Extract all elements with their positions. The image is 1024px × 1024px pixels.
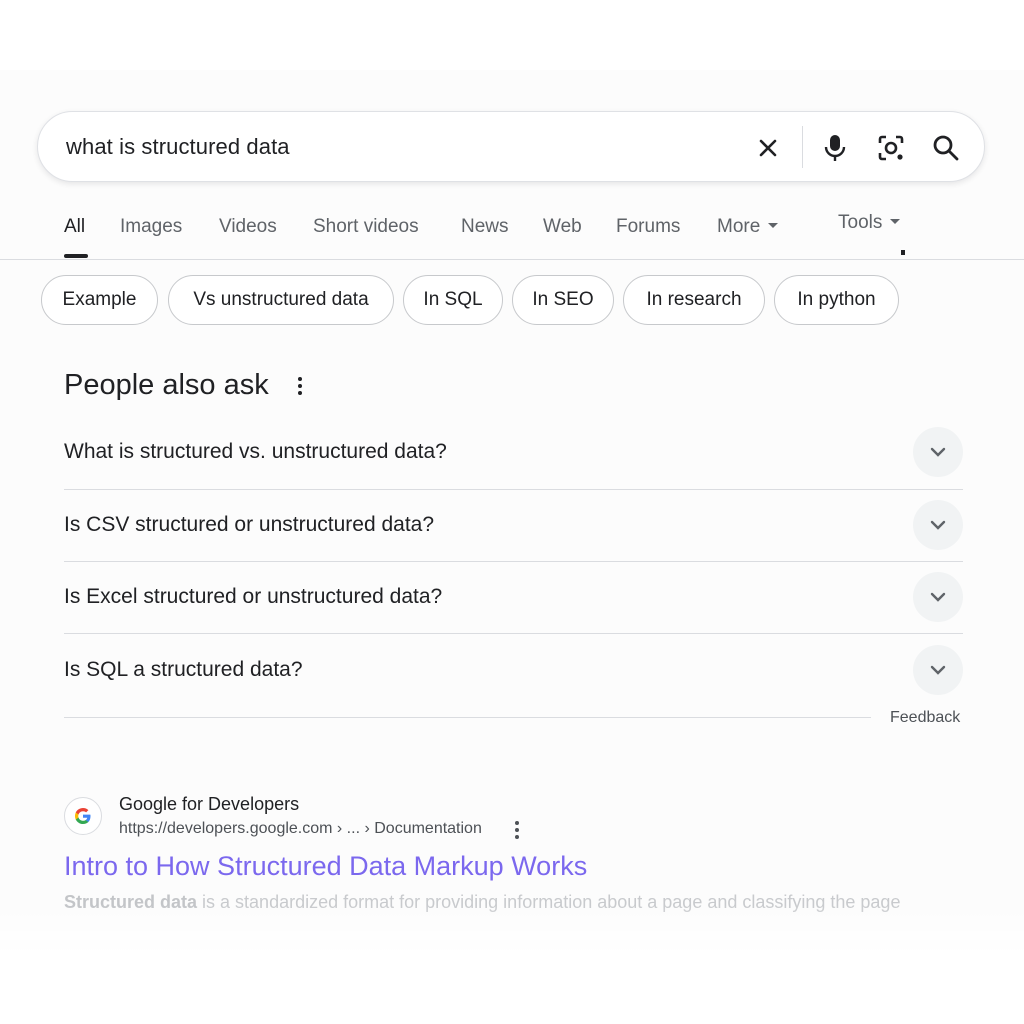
chip-vs-unstructured-data[interactable]: Vs unstructured data xyxy=(168,275,394,325)
chip-in-python[interactable]: In python xyxy=(774,275,899,325)
tab-more[interactable]: More xyxy=(717,216,779,238)
active-tab-indicator xyxy=(64,254,88,258)
paa-question-text: What is structured vs. unstructured data… xyxy=(64,440,447,463)
tools-label: Tools xyxy=(838,212,883,233)
paa-question[interactable]: Is Excel structured or unstructured data… xyxy=(64,561,963,633)
tab-videos[interactable]: Videos xyxy=(219,216,277,238)
search-divider xyxy=(802,126,803,168)
result-site-name[interactable]: Google for Developers xyxy=(119,794,299,815)
tab-more-label: More xyxy=(717,216,761,237)
tab-all[interactable]: All xyxy=(64,216,85,238)
chevron-down-icon xyxy=(768,222,779,228)
chevron-down-icon[interactable] xyxy=(913,572,963,622)
search-tabs: All Images Videos Short videos News Web … xyxy=(0,200,1024,260)
chip-in-research[interactable]: In research xyxy=(623,275,765,325)
chip-in-seo[interactable]: In SEO xyxy=(512,275,614,325)
search-bar[interactable]: what is structured data xyxy=(37,111,985,182)
google-g-icon[interactable] xyxy=(64,797,102,835)
chevron-down-icon[interactable] xyxy=(913,645,963,695)
close-icon[interactable] xyxy=(750,130,786,166)
paa-question[interactable]: Is SQL a structured data? xyxy=(64,634,963,706)
tabs-divider xyxy=(0,259,1024,260)
result-url[interactable]: https://developers.google.com › ... › Do… xyxy=(119,820,482,838)
tab-short-videos[interactable]: Short videos xyxy=(313,216,419,238)
chevron-down-icon[interactable] xyxy=(913,500,963,550)
divider xyxy=(64,717,871,718)
result-title-link[interactable]: Intro to How Structured Data Markup Work… xyxy=(64,851,587,882)
tab-forums[interactable]: Forums xyxy=(616,216,680,238)
tools-indicator xyxy=(901,250,905,255)
camera-lens-icon[interactable] xyxy=(873,130,909,166)
chevron-down-icon xyxy=(890,218,901,224)
tab-web[interactable]: Web xyxy=(543,216,582,238)
chevron-down-icon[interactable] xyxy=(913,427,963,477)
fade-overlay xyxy=(0,905,1024,965)
chip-example[interactable]: Example xyxy=(41,275,158,325)
paa-question-text: Is CSV structured or unstructured data? xyxy=(64,513,435,536)
feedback-link[interactable]: Feedback xyxy=(890,709,960,727)
paa-question-text: Is SQL a structured data? xyxy=(64,658,303,681)
chip-in-sql[interactable]: In SQL xyxy=(403,275,503,325)
paa-question[interactable]: What is structured vs. unstructured data… xyxy=(64,416,963,488)
paa-question-text: Is Excel structured or unstructured data… xyxy=(64,585,443,608)
people-also-ask-title: People also ask xyxy=(64,369,269,401)
more-options-icon[interactable] xyxy=(288,372,312,400)
paa-question[interactable]: Is CSV structured or unstructured data? xyxy=(64,489,963,561)
tools-button[interactable]: Tools xyxy=(838,212,901,234)
search-icon[interactable] xyxy=(928,130,964,166)
tab-images[interactable]: Images xyxy=(120,216,182,238)
search-input[interactable]: what is structured data xyxy=(66,134,290,160)
more-options-icon[interactable] xyxy=(510,820,524,840)
microphone-icon[interactable] xyxy=(817,130,853,166)
tab-news[interactable]: News xyxy=(461,216,509,238)
